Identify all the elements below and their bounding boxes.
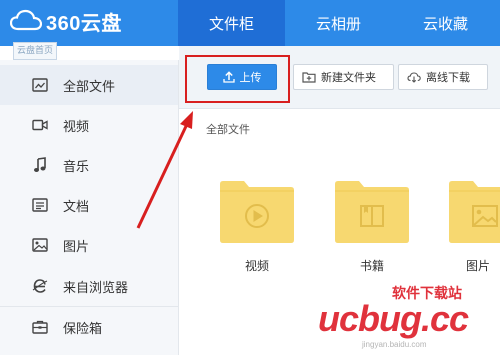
folder-icon xyxy=(449,181,500,243)
watermark: 软件下载站 ucbug.cc jingyan.baidu.com xyxy=(318,280,500,355)
folder-label: 图片 xyxy=(466,259,491,273)
breadcrumb[interactable]: 全部文件 xyxy=(206,121,250,137)
folder-icon xyxy=(220,181,294,243)
folder-label: 书籍 xyxy=(359,259,384,273)
folder-books[interactable] xyxy=(333,180,411,244)
watermark-url: jingyan.baidu.com xyxy=(362,340,427,349)
folder-label: 视频 xyxy=(244,259,269,273)
folder-icon xyxy=(335,181,409,243)
folder-pictures[interactable] xyxy=(447,180,500,244)
watermark-logo: ucbug.cc xyxy=(318,298,469,339)
folder-video[interactable] xyxy=(218,180,296,244)
